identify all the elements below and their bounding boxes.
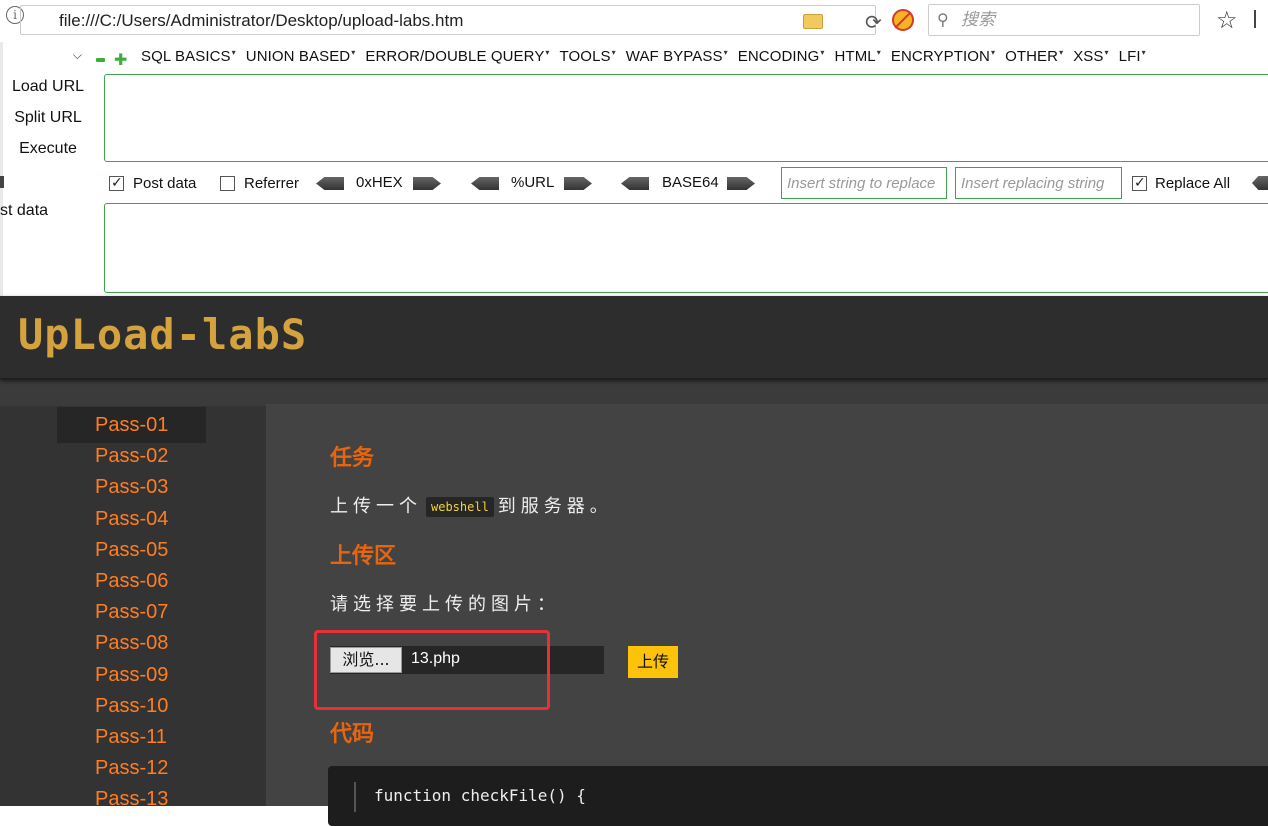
hackbar-panel: ⌵ ✚ SQL BASICS▾ UNION BASED▾ ERROR/DOUBLE … [0,42,1268,296]
hackbar-menu-item[interactable]: HTML▾ [835,48,881,65]
menu-item-label: HTML [834,48,876,65]
execute-button[interactable]: Execute [0,140,96,158]
caret-down-icon: ▾ [1104,48,1109,57]
sidebar-item-pass-13[interactable]: Pass-13 [57,781,206,817]
pass-sidebar: Pass-01 Pass-02 Pass-03 Pass-04 Pass-05 Pass-… [0,406,266,810]
referrer-checkbox[interactable] [220,176,235,191]
caret-down-icon: ▾ [990,48,996,57]
hackbar-menu: SQL BASICS▾ UNION BASED▾ ERROR/DOUBLE QUER… [131,48,1146,65]
url-label: %URL [511,174,555,191]
base64-decode-arrow-icon[interactable] [621,177,649,190]
task-text-before: 上传一个 [330,496,422,517]
base64-label: BASE64 [662,174,719,191]
caret-down-icon: ▾ [231,48,236,57]
hex-encode-arrow-icon[interactable] [413,177,441,190]
reload-icon[interactable]: ⟳ [865,10,882,35]
code-block: function checkFile() { [328,766,1268,826]
bookmark-star-icon[interactable]: ☆ [1216,6,1238,35]
hackbar-menu-item[interactable]: ERROR/DOUBLE QUERY▾ [365,48,549,65]
replace-all-checkbox[interactable] [1132,174,1147,191]
site-logo[interactable]: UpLoad-labS [18,310,307,359]
hackbar-menu-item[interactable]: WAF BYPASS▾ [626,48,728,65]
minus-icon[interactable] [96,58,105,62]
replace-string-input[interactable] [781,167,947,199]
code-heading: 代码 [330,722,375,747]
split-url-button[interactable]: Split URL [0,109,96,127]
menu-item-label: XSS [1073,48,1104,65]
post-data-textarea[interactable] [104,203,1268,293]
browser-toolbar: i file:///C:/Users/Administrator/Desktop… [0,0,1268,43]
plus-icon[interactable]: ✚ [114,50,127,70]
task-text-after: 到服务器。 [497,496,613,517]
hex-label: 0xHEX [356,174,403,191]
caret-down-icon: ▾ [1059,48,1064,57]
hackbar-dropdown[interactable]: ⌵ [4,46,88,68]
post-data-checkbox[interactable] [109,174,124,191]
code-line: function checkFile() { [374,786,586,805]
menu-item-label: UNION BASED [245,48,351,65]
url-textarea[interactable] [104,74,1268,162]
url-text[interactable]: file:///C:/Users/Administrator/Desktop/u… [59,11,463,31]
replace-all-label: Replace All [1155,175,1231,192]
search-icon: ⚲ [937,12,949,29]
search-input[interactable] [961,10,1191,30]
url-encode-arrow-icon[interactable] [564,177,592,190]
menu-item-label: OTHER [1005,48,1059,65]
base64-encode-arrow-icon[interactable] [727,177,755,190]
menu-item-label: ENCODING [737,48,820,65]
scroll-left-icon[interactable] [0,176,4,188]
task-heading: 任务 [330,446,375,471]
load-url-button[interactable]: Load URL [0,78,96,96]
hackbar-menu-item[interactable]: OTHER▾ [1005,48,1063,65]
hackbar-menu-item[interactable]: UNION BASED▾ [246,48,356,65]
chevron-down-icon: ⌵ [72,48,82,62]
upload-prompt: 请选择要上传的图片： [330,594,560,615]
search-box[interactable]: ⚲ [928,4,1200,36]
task-code: webshell [426,497,494,517]
menu-item-label: TOOLS [559,48,611,65]
url-decode-arrow-icon[interactable] [471,177,499,190]
noscript-icon[interactable] [892,9,914,31]
hex-decode-arrow-icon[interactable] [316,177,344,190]
caret-down-icon: ▾ [876,48,881,57]
site-header: UpLoad-labS [0,296,1268,379]
upload-button[interactable]: 上传 [628,646,678,678]
menu-item-label: LFI [1118,48,1141,65]
caret-down-icon: ▾ [1141,48,1146,57]
folder-icon[interactable] [803,14,823,29]
menu-item-label: SQL BASICS [141,48,231,65]
hackbar-menu-item[interactable]: ENCODING▾ [738,48,825,65]
replacing-string-input[interactable] [955,167,1122,199]
url-bar[interactable]: file:///C:/Users/Administrator/Desktop/u… [20,5,882,35]
post-data-label: Post data [133,175,197,192]
hackbar-menu-item[interactable]: ENCRYPTION▾ [891,48,995,65]
highlight-box [314,630,550,710]
caret-down-icon: ▾ [611,48,616,57]
main-content: 任务 上传一个 webshell 到服务器。 上传区 请选择要上传的图片： 浏览..… [266,404,1268,826]
referrer-label: Referrer [244,175,300,192]
menu-item-label: WAF BYPASS [625,48,723,65]
upload-heading: 上传区 [330,544,397,569]
caret-down-icon: ▾ [820,48,825,57]
library-icon[interactable] [1254,10,1268,28]
post-data-field-label: st data [0,202,49,219]
upload-labs-page: UpLoad-labS Pass-01 Pass-02 Pass-03 Pass-04… [0,296,1268,826]
menu-item-label: ERROR/DOUBLE QUERY [365,48,545,65]
task-description: 上传一个 webshell 到服务器。 [330,492,613,518]
scroll-right-icon[interactable] [1252,176,1268,190]
caret-down-icon: ▾ [545,48,550,57]
caret-down-icon: ▾ [351,48,356,57]
hackbar-menu-item[interactable]: TOOLS▾ [560,48,616,65]
hackbar-menu-item[interactable]: XSS▾ [1073,48,1108,65]
code-gutter [354,782,356,812]
menu-item-label: ENCRYPTION [890,48,990,65]
hackbar-menu-item[interactable]: LFI▾ [1119,48,1146,65]
caret-down-icon: ▾ [723,48,728,57]
hackbar-menu-item[interactable]: SQL BASICS▾ [141,48,236,65]
